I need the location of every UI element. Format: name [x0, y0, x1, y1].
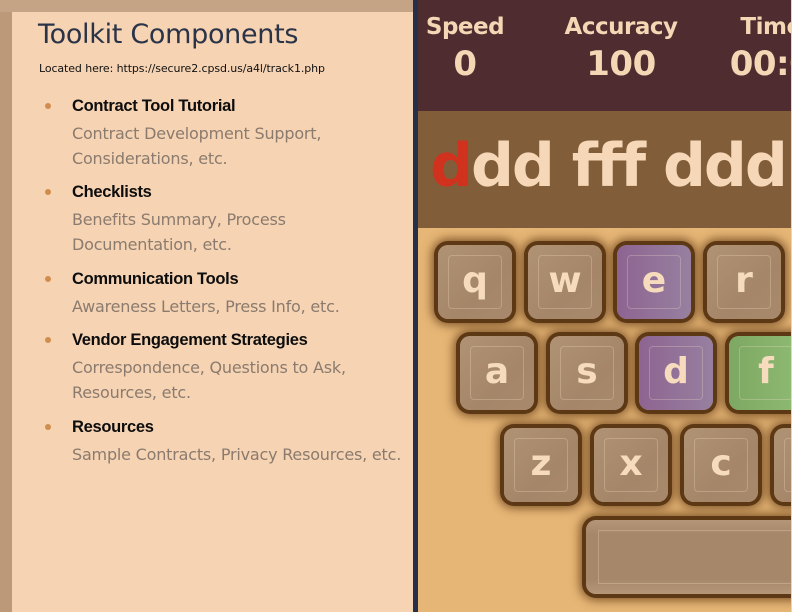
key-label: x — [619, 442, 643, 484]
key-a[interactable]: a — [460, 336, 534, 410]
stats-bar: Speed 0 Accuracy 100 Time 00:0 — [418, 0, 792, 111]
bullet-icon — [45, 424, 51, 430]
slide-frame-top — [0, 0, 413, 12]
item-description: Contract Development Support, Considerat… — [72, 124, 322, 168]
bullet-icon — [45, 189, 51, 195]
stat-speed: Speed 0 — [422, 14, 508, 84]
item-title: Vendor Engagement Strategies — [72, 331, 308, 349]
item-title: Checklists — [72, 183, 152, 201]
key-r[interactable]: r — [707, 245, 781, 319]
key-label: z — [530, 442, 552, 484]
on-screen-keyboard: q w e r a s d f z x c — [418, 228, 792, 612]
key-q[interactable]: q — [438, 245, 512, 319]
key-label: w — [548, 259, 582, 301]
key-c[interactable]: c — [684, 428, 758, 502]
accuracy-label: Accuracy — [564, 14, 678, 40]
key-v[interactable] — [774, 428, 792, 502]
key-label: r — [735, 259, 753, 301]
key-x[interactable]: x — [594, 428, 668, 502]
typing-text-area: ddd fff ddd f — [418, 111, 792, 228]
speed-label: Speed — [425, 14, 505, 40]
key-s[interactable]: s — [550, 336, 624, 410]
bullet-icon — [45, 103, 51, 109]
key-label: c — [710, 442, 732, 484]
key-z[interactable]: z — [504, 428, 578, 502]
item-description: Benefits Summary, Process Documentation,… — [72, 210, 286, 254]
key-label: s — [576, 350, 598, 392]
key-e[interactable]: e — [617, 245, 691, 319]
time-value: 00:0 — [729, 44, 792, 84]
key-label: a — [484, 350, 510, 392]
speed-value: 0 — [453, 44, 477, 84]
slide-title: Toolkit Components — [38, 19, 299, 50]
key-d[interactable]: d — [639, 336, 713, 410]
item-title: Communication Tools — [72, 270, 239, 288]
key-spacebar[interactable] — [586, 520, 792, 594]
slide-frame-left — [0, 0, 12, 612]
item-title: Resources — [72, 418, 154, 436]
stat-time: Time 00:0 — [716, 14, 792, 84]
key-label: q — [462, 259, 488, 301]
key-w[interactable]: w — [528, 245, 602, 319]
item-description: Awareness Letters, Press Info, etc. — [72, 297, 340, 316]
key-f[interactable]: f — [729, 336, 792, 410]
remaining-text: dd fff ddd f — [470, 131, 792, 201]
key-label: f — [758, 350, 774, 392]
current-character: d — [430, 131, 473, 201]
key-label: d — [663, 350, 689, 392]
time-label: Time — [740, 14, 792, 40]
typing-game: Speed 0 Accuracy 100 Time 00:0 ddd fff d… — [418, 0, 792, 612]
bullet-icon — [45, 337, 51, 343]
typing-text: ddd fff ddd f — [430, 131, 792, 201]
item-title: Contract Tool Tutorial — [72, 97, 236, 115]
accuracy-value: 100 — [586, 44, 656, 84]
slide-subtitle-link: Located here: https://secure2.cpsd.us/a4… — [39, 62, 325, 75]
bullet-icon — [45, 276, 51, 282]
item-description: Correspondence, Questions to Ask, Resour… — [72, 358, 346, 402]
item-description: Sample Contracts, Privacy Resources, etc… — [72, 445, 402, 464]
stat-accuracy: Accuracy 100 — [558, 14, 684, 84]
key-label: e — [641, 259, 667, 301]
